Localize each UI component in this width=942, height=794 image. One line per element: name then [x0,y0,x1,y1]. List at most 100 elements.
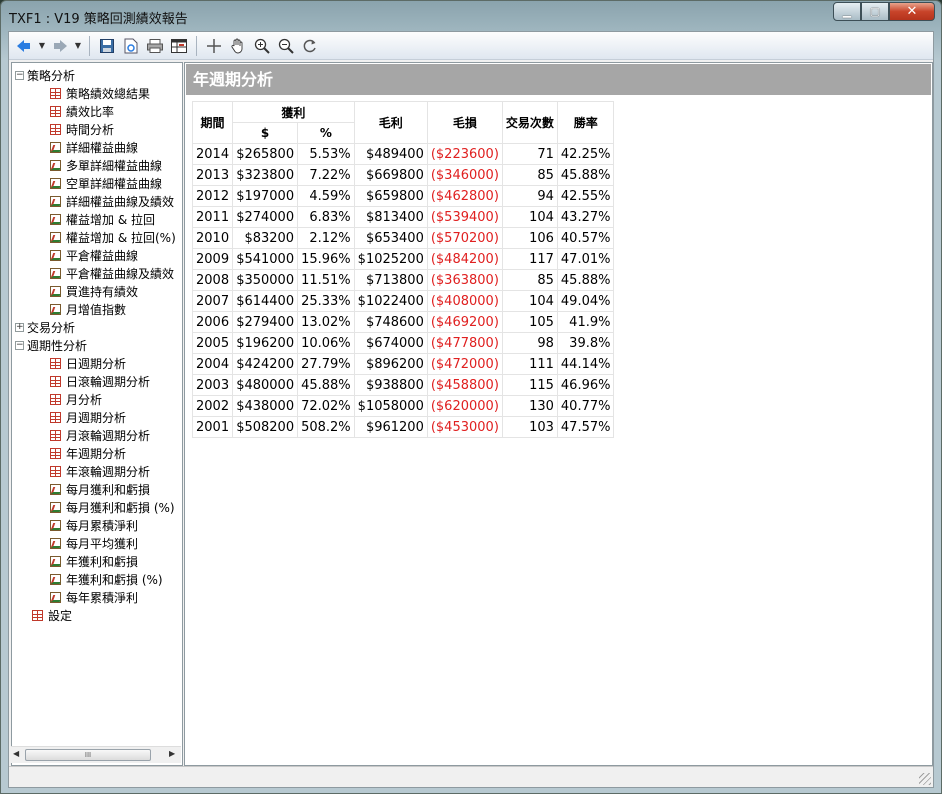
cell-profit: $438000 [232,395,299,417]
tree-item[interactable]: 多單詳細權益曲線 [50,156,162,174]
tree-item[interactable]: 每年累積淨利 [50,588,138,606]
collapse-icon[interactable]: − [15,340,24,350]
tree-item[interactable]: 策略績效總結果 [50,84,150,102]
collapse-icon[interactable]: − [15,70,24,80]
reset-zoom-button[interactable] [299,35,321,57]
annual-period-table: 期間 獲利 毛利 毛損 交易次數 勝率 $ % 2014 $265800 5.53%… [191,101,615,438]
tree-item[interactable]: 月分析 [50,390,102,408]
zoom-in-button[interactable] [251,35,273,57]
cell-win-rate: 47.01% [556,248,615,270]
cell-pct: 27.79% [297,353,355,375]
cell-trades: 85 [501,269,558,291]
cell-win-rate: 40.77% [556,395,615,417]
tree-item[interactable]: 每月獲利和虧損 (%) [50,498,175,516]
cell-profit: $323800 [232,164,299,186]
save-button[interactable] [96,35,118,57]
table-row: 2008 $350000 11.51% $713800 ($363800) 85 45.88… [191,269,615,291]
tree-item[interactable]: 平倉權益曲線 [50,246,138,264]
tree-item[interactable]: 詳細權益曲線 [50,138,138,156]
tree-item[interactable]: 月滾輪週期分析 [50,426,150,444]
tree-item[interactable]: 年滾輪週期分析 [50,462,150,480]
scroll-left-icon[interactable]: ◀ [13,749,19,758]
cell-profit: $196200 [232,332,299,354]
tree-item[interactable]: − 週期性分析 [15,336,87,354]
table-report-icon [50,447,61,459]
report-panel: 年週期分析 期間 獲利 毛利 毛損 交易次數 勝率 $ % 2014 $2658… [184,62,933,766]
status-bar [9,766,933,787]
report-title: 年週期分析 [186,64,931,95]
tree-item[interactable]: 每月獲利和虧損 [50,480,150,498]
tree-item[interactable]: 權益增加 & 拉回 [50,210,155,228]
scroll-right-icon[interactable]: ▶ [169,749,175,758]
tree-item[interactable]: 年獲利和虧損 (%) [50,570,163,588]
title-bar[interactable]: TXF1 : V19 策略回測績效報告 ▁ ▢ ✕ [1,1,941,31]
cell-profit: $614400 [232,290,299,312]
tree-item-label: 年獲利和虧損 (%) [66,572,163,587]
tree-item[interactable]: 每月累積淨利 [50,516,138,534]
hand-pan-button[interactable] [227,35,249,57]
tree-item[interactable]: 設定 [32,606,72,624]
table-report-icon [50,393,61,405]
cell-period: 2006 [191,311,234,333]
tree-item[interactable]: 時間分析 [50,120,114,138]
tree-item[interactable]: 月增值指數 [50,300,126,318]
cell-gross-loss: ($477800) [426,332,503,354]
tree-item[interactable]: 買進持有績效 [50,282,138,300]
cell-profit: $197000 [232,185,299,207]
table-row: 2001 $508200 508.2% $961200 ($453000) 103 47.5… [191,416,615,438]
tree-item[interactable]: 年獲利和虧損 [50,552,138,570]
tree-item[interactable]: 績效比率 [50,102,114,120]
cell-period: 2010 [191,227,234,249]
tree-item[interactable]: 每月平均獲利 [50,534,138,552]
print-icon [147,38,163,53]
back-dropdown-icon[interactable]: ▼ [37,35,47,57]
tree-item[interactable]: 日滾輪週期分析 [50,372,150,390]
tree-item[interactable]: 空單詳細權益曲線 [50,174,162,192]
tree-item[interactable]: − 策略分析 [15,66,75,84]
chart-report-icon [50,537,61,549]
print-button[interactable] [144,35,166,57]
cell-gross-loss: ($346000) [426,164,503,186]
tree-item[interactable]: 平倉權益曲線及績效 [50,264,174,282]
cell-win-rate: 45.88% [556,269,615,291]
resize-grip-icon[interactable] [919,773,931,785]
back-button[interactable] [13,35,35,57]
zoom-out-button[interactable] [275,35,297,57]
navigation-tree: − 策略分析 策略績效總結果 績效比率時間分析 詳細權益曲線 多單詳細權益曲線 空單詳細權益… [11,62,183,766]
cell-trades: 103 [501,416,558,438]
tree-horizontal-scrollbar[interactable]: ◀ III ▶ [11,746,181,763]
tree-item[interactable]: 詳細權益曲線及績效 [50,192,174,210]
cell-period: 2003 [191,374,234,396]
crosshair-button[interactable] [203,35,225,57]
close-button[interactable]: ✕ [889,2,935,21]
cell-pct: 2.12% [297,227,355,249]
tree-item[interactable]: 權益增加 & 拉回(%) [50,228,176,246]
tree-item[interactable]: 日週期分析 [50,354,126,372]
cell-win-rate: 45.88% [556,164,615,186]
maximize-button[interactable]: ▢ [861,2,889,21]
forward-dropdown-icon[interactable]: ▼ [73,35,83,57]
app-window: TXF1 : V19 策略回測績效報告 ▁ ▢ ✕ ▼ ▼ − 策略分析 策略績… [0,0,942,794]
expand-icon[interactable]: + [15,322,24,332]
minimize-button[interactable]: ▁ [833,2,861,21]
client-area: ▼ ▼ − 策略分析 策略績效總結果 績效比率 時間分析 詳細權益曲線 多單詳細… [8,31,934,788]
chart-report-icon [50,591,61,603]
tree-item[interactable]: 年週期分析 [50,444,126,462]
tree-item[interactable]: 月週期分析 [50,408,126,426]
cell-period: 2004 [191,353,234,375]
cell-win-rate: 42.25% [556,143,615,165]
cell-trades: 105 [501,311,558,333]
table-row: 2004 $424200 27.79% $896200 ($472000) 111 44.1… [191,353,615,375]
scroll-thumb[interactable]: III [25,749,151,761]
table-view-button[interactable] [168,35,190,57]
table-row: 2010 $83200 2.12% $653400 ($570200) 106 40.57% [191,227,615,249]
forward-button[interactable] [49,35,71,57]
cell-gross-profit: $896200 [353,353,428,375]
tree-item-label: 時間分析 [66,122,115,137]
export-button[interactable] [120,35,142,57]
header-profit-dollar: $ [232,122,299,144]
cell-period: 2013 [191,164,234,186]
cell-profit: $508200 [232,416,299,438]
tree-item[interactable]: + 交易分析 [15,318,75,336]
tree-item-label: 月滾輪週期分析 [66,428,151,443]
